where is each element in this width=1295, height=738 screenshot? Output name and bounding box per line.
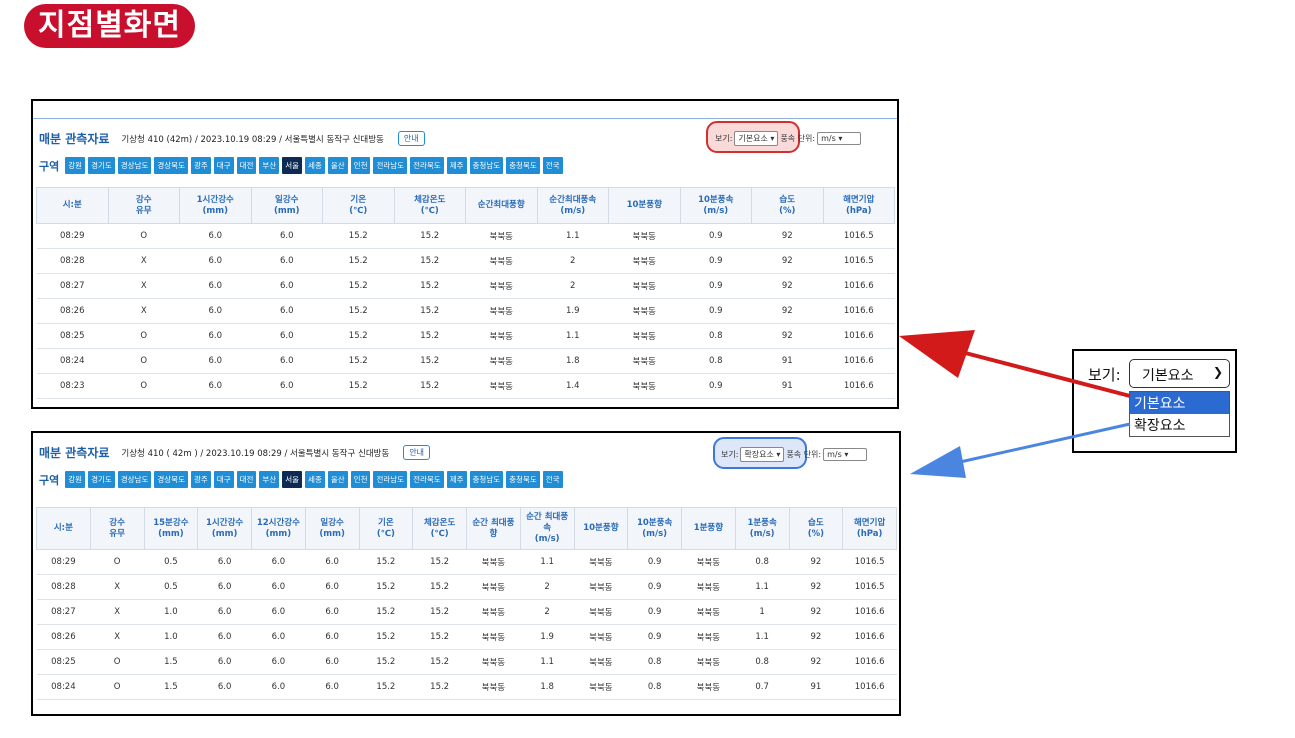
red-arrow-head	[899, 330, 975, 378]
blue-arrow-head	[910, 446, 966, 478]
callout-arrows	[899, 330, 1131, 478]
blue-arrow-shaft	[959, 422, 1131, 464]
red-arrow-shaft	[949, 347, 1131, 398]
